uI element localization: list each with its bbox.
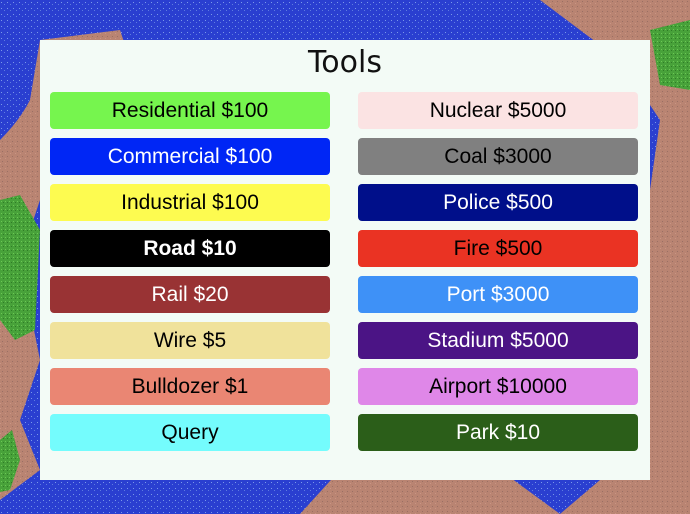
tool-bulldozer-button[interactable]: Bulldozer $1	[50, 368, 330, 405]
tool-rail-button[interactable]: Rail $20	[50, 276, 330, 313]
dialog-title: Tools	[308, 45, 382, 80]
tool-residential-button[interactable]: Residential $100	[50, 92, 330, 129]
tool-commercial-button[interactable]: Commercial $100	[50, 138, 330, 175]
tool-nuclear-button[interactable]: Nuclear $5000	[358, 92, 638, 129]
tool-industrial-button[interactable]: Industrial $100	[50, 184, 330, 221]
tools-column-left: Residential $100 Commercial $100 Industria…	[50, 92, 330, 460]
tool-query-button[interactable]: Query	[50, 414, 330, 451]
tool-airport-button[interactable]: Airport $10000	[358, 368, 638, 405]
tools-dialog: Tools Residential $100 Commercial $100 Ind…	[40, 40, 650, 480]
tools-column-right: Nuclear $5000 Coal $3000 Police $500 Fire $…	[358, 92, 638, 460]
tool-wire-button[interactable]: Wire $5	[50, 322, 330, 359]
tool-police-button[interactable]: Police $500	[358, 184, 638, 221]
tool-coal-button[interactable]: Coal $3000	[358, 138, 638, 175]
tool-road-button[interactable]: Road $10	[50, 230, 330, 267]
tool-port-button[interactable]: Port $3000	[358, 276, 638, 313]
tool-fire-button[interactable]: Fire $500	[358, 230, 638, 267]
tool-stadium-button[interactable]: Stadium $5000	[358, 322, 638, 359]
tool-park-button[interactable]: Park $10	[358, 414, 638, 451]
